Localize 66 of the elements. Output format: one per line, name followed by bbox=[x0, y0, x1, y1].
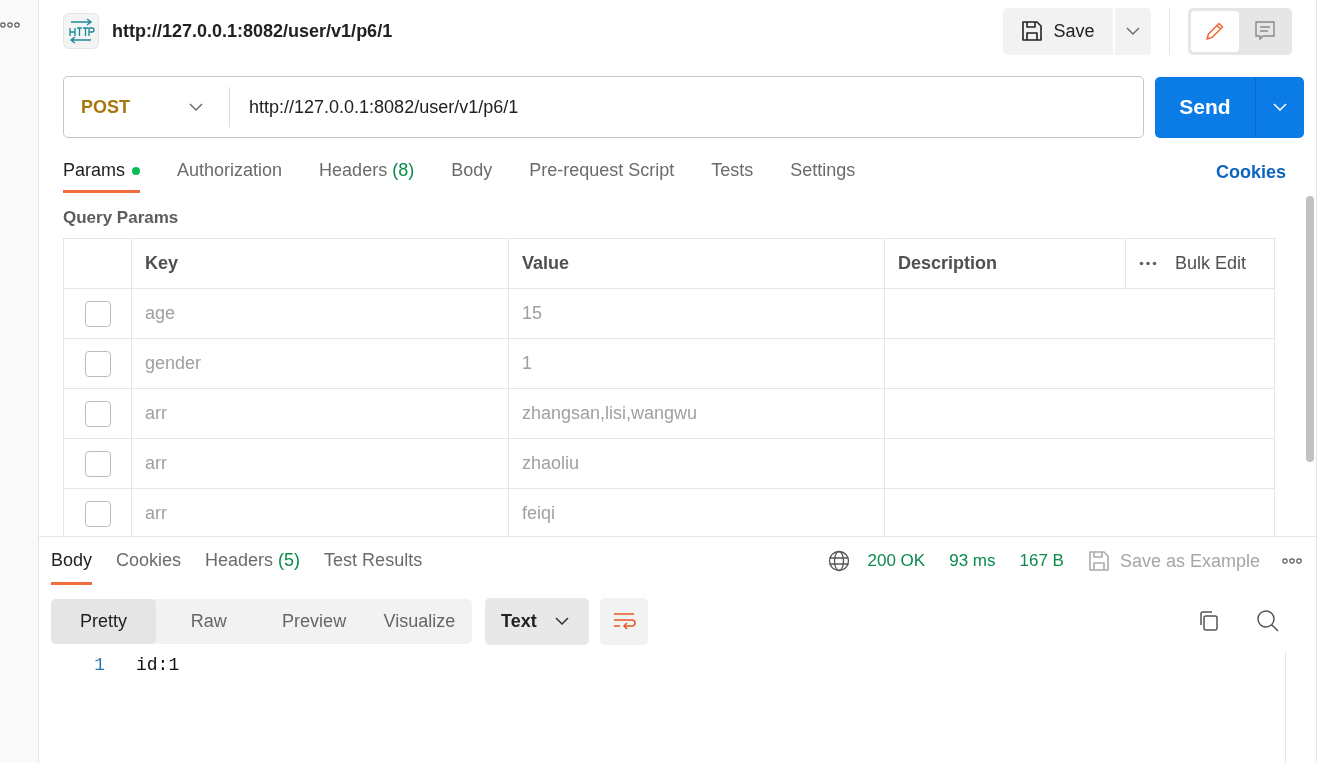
view-mode-tab[interactable]: Visualize bbox=[366, 598, 472, 644]
comment-icon bbox=[1253, 19, 1277, 43]
request-tab[interactable]: Params bbox=[63, 151, 140, 193]
method-dropdown[interactable]: POST bbox=[64, 87, 230, 127]
request-tab[interactable]: Body bbox=[451, 151, 493, 193]
response-time[interactable]: 93 ms bbox=[949, 551, 996, 571]
status-code[interactable]: 200 OK bbox=[867, 551, 926, 571]
column-header: Key bbox=[132, 239, 509, 289]
save-options-button[interactable] bbox=[1115, 7, 1151, 55]
request-tab[interactable]: Settings bbox=[790, 151, 856, 193]
cookies-link[interactable]: Cookies bbox=[1215, 151, 1286, 193]
table-cell[interactable] bbox=[885, 439, 1275, 489]
send-options-button[interactable] bbox=[1256, 76, 1304, 138]
code-line: id:1 bbox=[136, 655, 180, 675]
param-value[interactable]: zhaoliu bbox=[522, 453, 580, 474]
request-tab[interactable]: Pre-request Script bbox=[529, 151, 675, 193]
response-tab[interactable]: Headers (5) bbox=[205, 537, 301, 585]
table-cell[interactable] bbox=[885, 289, 1275, 339]
bulk-edit-button[interactable]: Bulk Edit bbox=[1126, 239, 1275, 289]
caret-icon bbox=[555, 617, 569, 625]
search-icon[interactable] bbox=[1256, 609, 1280, 633]
column-header: Value bbox=[509, 239, 885, 289]
request-tab[interactable]: Authorization bbox=[177, 151, 283, 193]
send-button[interactable]: Send bbox=[1155, 76, 1256, 138]
format-dropdown[interactable]: Text bbox=[485, 597, 589, 645]
copy-icon[interactable] bbox=[1198, 610, 1220, 632]
response-tab[interactable]: Body bbox=[51, 537, 93, 585]
column-header: Description bbox=[885, 239, 1126, 289]
param-key[interactable]: age bbox=[145, 303, 176, 324]
http-icon bbox=[63, 13, 99, 49]
caret-icon bbox=[1273, 103, 1287, 111]
wrap-lines-button[interactable] bbox=[600, 597, 648, 645]
request-title: http://127.0.0.1:8082/user/v1/p6/1 bbox=[112, 20, 393, 42]
view-mode-tab[interactable]: Pretty bbox=[51, 598, 157, 644]
more-icon[interactable] bbox=[1282, 558, 1302, 564]
param-value[interactable]: zhangsan,lisi,wangwu bbox=[522, 403, 698, 424]
save-button[interactable]: Save bbox=[1003, 7, 1113, 55]
response-size[interactable]: 167 B bbox=[1019, 551, 1064, 571]
response-tab[interactable]: Cookies bbox=[116, 537, 182, 585]
caret-icon bbox=[189, 103, 203, 111]
checkbox[interactable] bbox=[84, 350, 111, 377]
checkbox[interactable] bbox=[84, 400, 111, 427]
checkbox[interactable] bbox=[84, 300, 111, 327]
param-key[interactable]: gender bbox=[145, 353, 202, 374]
line-number: 1 bbox=[93, 655, 105, 675]
more-icon bbox=[1139, 261, 1157, 266]
section-title: Query Params bbox=[63, 207, 180, 229]
wrap-lines-icon bbox=[612, 611, 636, 631]
param-key[interactable]: arr bbox=[145, 503, 167, 524]
request-tab[interactable]: Tests bbox=[711, 151, 754, 193]
param-key[interactable]: arr bbox=[145, 403, 167, 424]
checkbox[interactable] bbox=[84, 500, 111, 527]
request-tab[interactable]: Headers (8) bbox=[319, 151, 415, 193]
view-mode-tab[interactable]: Preview bbox=[261, 598, 367, 644]
url-field[interactable]: POST http://127.0.0.1:8082/user/v1/p6/1 bbox=[63, 76, 1144, 138]
globe-icon[interactable] bbox=[827, 550, 850, 572]
table-cell[interactable] bbox=[885, 339, 1275, 389]
scrollbar[interactable] bbox=[1306, 196, 1314, 462]
checkbox[interactable] bbox=[84, 450, 111, 477]
caret-icon bbox=[1126, 27, 1140, 35]
table-cell[interactable] bbox=[885, 389, 1275, 439]
param-key[interactable]: arr bbox=[145, 453, 167, 474]
pencil-button[interactable] bbox=[1191, 10, 1239, 52]
view-mode-tab[interactable]: Raw bbox=[156, 598, 262, 644]
more-icon[interactable] bbox=[0, 22, 20, 28]
response-tab[interactable]: Test Results bbox=[324, 537, 423, 585]
